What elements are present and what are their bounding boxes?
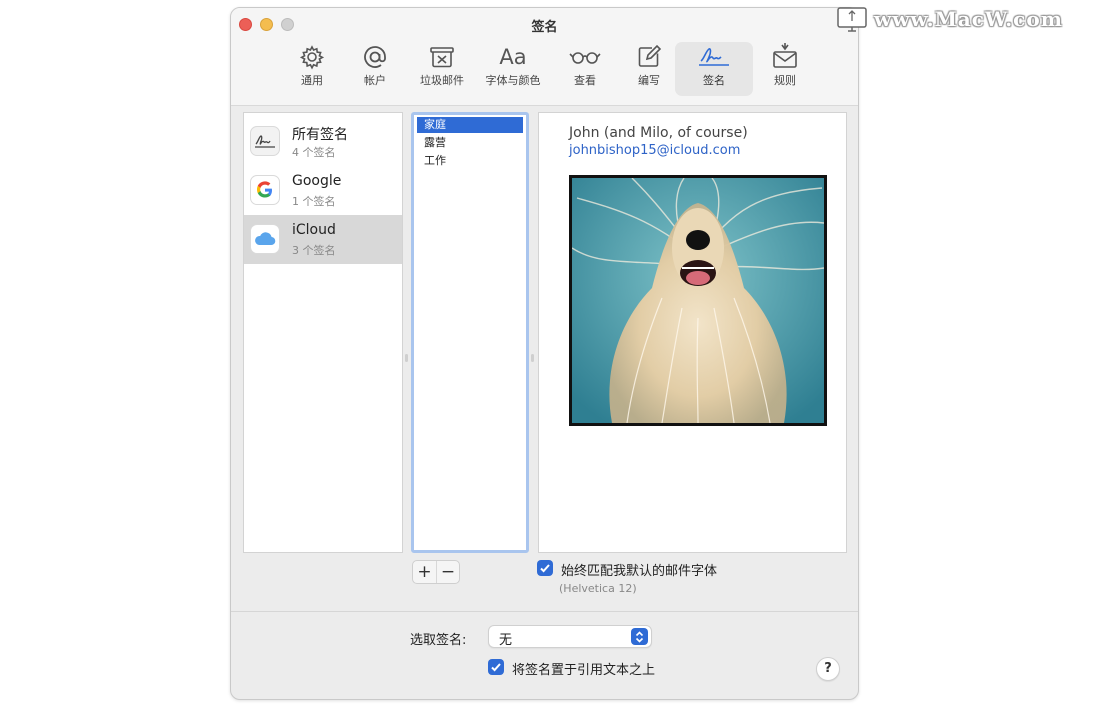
account-icon-google (250, 175, 280, 205)
account-item-icloud[interactable]: iCloud 3 个签名 (244, 215, 402, 264)
glasses-icon (569, 52, 601, 64)
signature-name-text: John (and Milo, of course) (569, 125, 748, 141)
signature-email-link[interactable]: johnbishop15@icloud.com (569, 143, 740, 158)
help-button[interactable]: ? (816, 657, 840, 681)
checkmark-icon (540, 564, 550, 573)
dog-photo-illustration (572, 178, 824, 423)
pane-divider-handle[interactable] (531, 354, 534, 362)
rules-icon (773, 43, 797, 68)
tab-general[interactable]: 通用 (285, 42, 339, 96)
dog-photo (569, 175, 827, 426)
account-name: Google (292, 173, 342, 189)
account-count: 3 个签名 (292, 244, 336, 257)
page: 签名 通用 帐户 垃圾邮件 Aa 字体与颜色 查看 编写 签名 规则 所有签名 … (0, 0, 1098, 720)
compose-icon (638, 44, 662, 67)
account-name: 所有签名 (292, 127, 348, 143)
tab-rules[interactable]: 规则 (759, 42, 811, 96)
tab-signatures-label: 签名 (703, 74, 725, 87)
account-name: iCloud (292, 222, 336, 238)
account-icon-icloud (250, 224, 280, 254)
signature-list[interactable]: 家庭 露营 工作 (411, 112, 529, 553)
account-item-all[interactable]: 所有签名 4 个签名 (244, 117, 402, 166)
remove-signature-button[interactable]: − (435, 561, 459, 583)
tab-rules-label: 规则 (774, 74, 796, 87)
add-remove-control: + − (412, 560, 460, 584)
tab-fonts-colors[interactable]: Aa 字体与颜色 (481, 42, 545, 96)
signature-item[interactable]: 工作 (417, 153, 523, 169)
tab-fonts-colors-label: 字体与颜色 (485, 74, 541, 87)
watermark-text: www.MacW.com (874, 7, 1063, 31)
account-icon-all (250, 126, 280, 156)
tab-composing[interactable]: 编写 (623, 42, 675, 96)
monitor-logo-icon (837, 7, 867, 32)
signature-icon (255, 135, 275, 148)
signature-icon (699, 48, 729, 66)
icloud-icon (255, 232, 276, 246)
account-count: 4 个签名 (292, 146, 336, 159)
choose-signature-value: 无 (499, 633, 513, 648)
tab-signatures[interactable]: 签名 (675, 42, 753, 96)
signature-item[interactable]: 露营 (417, 135, 523, 151)
place-above-checkbox[interactable] (488, 659, 504, 675)
account-item-google[interactable]: Google 1 个签名 (244, 166, 402, 215)
pane-divider-handle[interactable] (405, 354, 408, 362)
tab-accounts[interactable]: 帐户 (349, 42, 401, 96)
tab-viewing[interactable]: 查看 (559, 42, 611, 96)
tab-junk[interactable]: 垃圾邮件 (413, 42, 471, 96)
signature-preview[interactable]: John (and Milo, of course) johnbishop15@… (538, 112, 847, 553)
watermark: www.MacW.com (836, 5, 1091, 35)
tab-junk-label: 垃圾邮件 (420, 74, 464, 87)
mail-preferences-window: 签名 通用 帐户 垃圾邮件 Aa 字体与颜色 查看 编写 签名 规则 所有签名 … (230, 7, 859, 700)
window-title: 签名 (531, 20, 558, 35)
tab-accounts-label: 帐户 (364, 74, 386, 87)
fonts-icon: Aa (499, 45, 527, 69)
font-note: (Helvetica 12) (559, 582, 637, 595)
signature-item[interactable]: 家庭 (417, 117, 523, 133)
at-icon (364, 46, 386, 68)
place-above-label: 将签名置于引用文本之上 (512, 663, 656, 678)
junk-mail-icon (430, 47, 454, 68)
choose-signature-select[interactable]: 无 (488, 625, 652, 648)
account-count: 1 个签名 (292, 195, 336, 208)
choose-signature-label: 选取签名: (410, 633, 467, 648)
gear-icon (299, 45, 325, 70)
titlebar: 签名 通用 帐户 垃圾邮件 Aa 字体与颜色 查看 编写 签名 规则 (231, 8, 858, 106)
bottom-separator (231, 611, 858, 612)
accounts-list: 所有签名 4 个签名 Google 1 个签名 iCloud 3 个签名 (243, 112, 403, 553)
checkmark-icon (491, 663, 501, 672)
google-icon (257, 181, 272, 198)
tab-general-label: 通用 (301, 74, 323, 87)
chevron-updown-icon (631, 628, 648, 645)
match-font-checkbox[interactable] (537, 560, 553, 576)
add-signature-button[interactable]: + (413, 561, 436, 583)
tab-viewing-label: 查看 (574, 74, 596, 87)
match-font-label: 始终匹配我默认的邮件字体 (561, 564, 718, 579)
tab-composing-label: 编写 (638, 74, 660, 87)
